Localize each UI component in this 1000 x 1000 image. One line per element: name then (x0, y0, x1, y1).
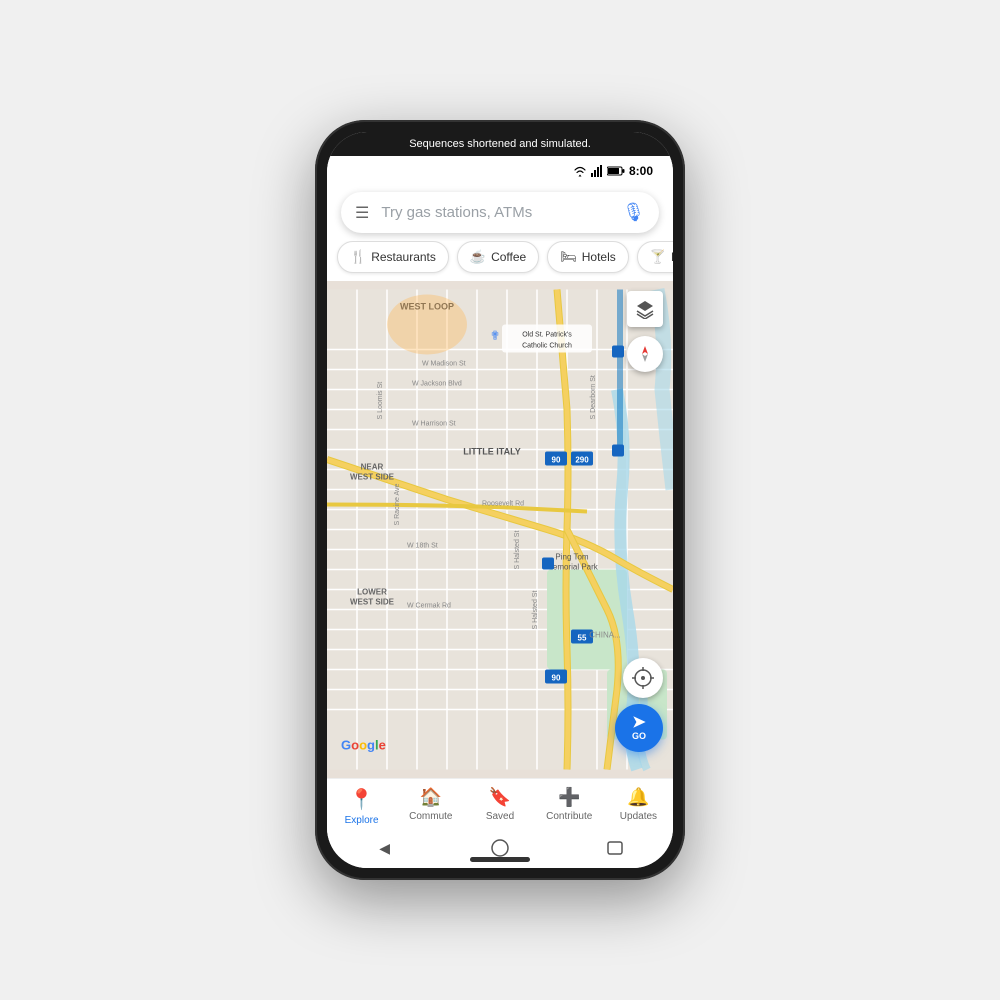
bottom-nav: 📍 Explore 🏠 Commute 🔖 Saved ➕ Contribute… (327, 778, 673, 830)
search-placeholder[interactable]: Try gas stations, ATMs (381, 204, 622, 221)
svg-text:90: 90 (552, 456, 561, 465)
back-icon: ◀ (379, 840, 390, 857)
search-input-row[interactable]: ☰ Try gas stations, ATMs 🎙 (341, 192, 659, 233)
home-icon (491, 839, 509, 857)
svg-text:NEAR: NEAR (361, 463, 384, 472)
go-arrow-icon: ➤ (632, 715, 645, 731)
svg-text:S Dearborn St: S Dearborn St (590, 375, 597, 419)
svg-text:S Racine Ave: S Racine Ave (394, 483, 401, 525)
svg-text:WEST SIDE: WEST SIDE (350, 598, 395, 607)
notification-text: Sequences shortened and simulated. (409, 138, 591, 150)
compass-icon (635, 344, 655, 364)
android-recent-button[interactable] (605, 838, 625, 858)
notification-bar: Sequences shortened and simulated. (327, 132, 673, 156)
chip-coffee-label: Coffee (491, 250, 526, 264)
go-button[interactable]: ➤ GO (615, 704, 663, 752)
location-button[interactable] (623, 658, 663, 698)
compass-button[interactable] (627, 336, 663, 372)
nav-commute[interactable]: 🏠 Commute (396, 787, 465, 826)
map-layers-button[interactable] (627, 291, 663, 327)
status-bar: 8:00 (327, 156, 673, 182)
commute-icon: 🏠 (420, 787, 442, 808)
restaurants-icon: 🍴 (350, 249, 366, 265)
svg-text:CHINA...: CHINA... (589, 631, 621, 640)
svg-text:Ping Tom: Ping Tom (555, 553, 589, 562)
go-label: GO (632, 731, 646, 741)
svg-text:W Jackson Blvd: W Jackson Blvd (412, 381, 462, 388)
recent-icon (607, 841, 623, 855)
phone-speaker (470, 857, 530, 862)
chip-bars[interactable]: 🍸 Bars (637, 241, 673, 273)
svg-text:WEST SIDE: WEST SIDE (350, 473, 395, 482)
hamburger-icon[interactable]: ☰ (355, 203, 369, 223)
updates-icon: 🔔 (627, 787, 649, 808)
updates-label: Updates (620, 811, 657, 822)
location-icon (632, 667, 654, 689)
svg-text:LITTLE ITALY: LITTLE ITALY (463, 447, 521, 457)
nav-explore[interactable]: 📍 Explore (327, 787, 396, 826)
commute-label: Commute (409, 811, 452, 822)
nav-saved[interactable]: 🔖 Saved (465, 787, 534, 826)
wifi-icon (573, 165, 587, 177)
battery-icon (607, 166, 625, 176)
phone-screen: Sequences shortened and simulated. (327, 132, 673, 868)
explore-label: Explore (345, 815, 379, 826)
svg-text:Memorial Park: Memorial Park (546, 563, 599, 572)
svg-text:Old St. Patrick's: Old St. Patrick's (522, 332, 572, 339)
android-back-button[interactable]: ◀ (375, 838, 395, 858)
svg-text:LOWER: LOWER (357, 588, 387, 597)
nav-contribute[interactable]: ➕ Contribute (535, 787, 604, 826)
svg-text:290: 290 (575, 456, 589, 465)
svg-text:S Halsted St: S Halsted St (532, 591, 539, 630)
phone-device: Sequences shortened and simulated. (315, 120, 685, 880)
contribute-label: Contribute (546, 811, 592, 822)
status-icons: 8:00 (573, 164, 653, 178)
hotels-icon: 🛏 (560, 249, 577, 265)
signal-icon (591, 165, 603, 177)
explore-icon: 📍 (349, 787, 374, 812)
svg-text:Catholic Church: Catholic Church (522, 343, 572, 350)
chip-hotels[interactable]: 🛏 Hotels (547, 241, 629, 273)
search-bar-container: ☰ Try gas stations, ATMs 🎙 (327, 182, 673, 241)
chip-hotels-label: Hotels (582, 250, 616, 264)
svg-text:W Cermak Rd: W Cermak Rd (407, 603, 451, 610)
android-nav: ◀ (327, 830, 673, 868)
svg-text:W Harrison St: W Harrison St (412, 421, 456, 428)
nav-updates[interactable]: 🔔 Updates (604, 787, 673, 826)
svg-text:S Halsted St: S Halsted St (514, 531, 521, 570)
map-svg: 90 290 90 55 WEST LOOP NEAR WEST SIDE LI… (327, 281, 673, 778)
layers-icon (635, 299, 655, 319)
svg-text:W 18th St: W 18th St (407, 543, 438, 550)
map-area[interactable]: 90 290 90 55 WEST LOOP NEAR WEST SIDE LI… (327, 281, 673, 778)
android-home-button[interactable] (490, 838, 510, 858)
category-chips: 🍴 Restaurants ☕ Coffee 🛏 Hotels 🍸 Bars (327, 241, 673, 281)
saved-icon: 🔖 (489, 787, 511, 808)
svg-text:Google: Google (341, 738, 386, 753)
svg-text:✟: ✟ (490, 329, 500, 343)
svg-text:90: 90 (552, 674, 561, 683)
svg-text:S Loomis St: S Loomis St (377, 382, 384, 420)
bars-icon: 🍸 (650, 249, 666, 265)
svg-text:W Madison St: W Madison St (422, 361, 466, 368)
coffee-icon: ☕ (470, 249, 486, 265)
svg-text:Roosevelt Rd: Roosevelt Rd (482, 501, 524, 508)
svg-text:55: 55 (578, 634, 587, 643)
mic-icon[interactable]: 🎙 (622, 202, 645, 223)
time-display: 8:00 (629, 164, 653, 178)
chip-coffee[interactable]: ☕ Coffee (457, 241, 539, 273)
chip-bars-label: Bars (671, 250, 673, 264)
contribute-icon: ➕ (558, 787, 580, 808)
chip-restaurants-label: Restaurants (371, 250, 436, 264)
saved-label: Saved (486, 811, 514, 822)
chip-restaurants[interactable]: 🍴 Restaurants (337, 241, 449, 273)
